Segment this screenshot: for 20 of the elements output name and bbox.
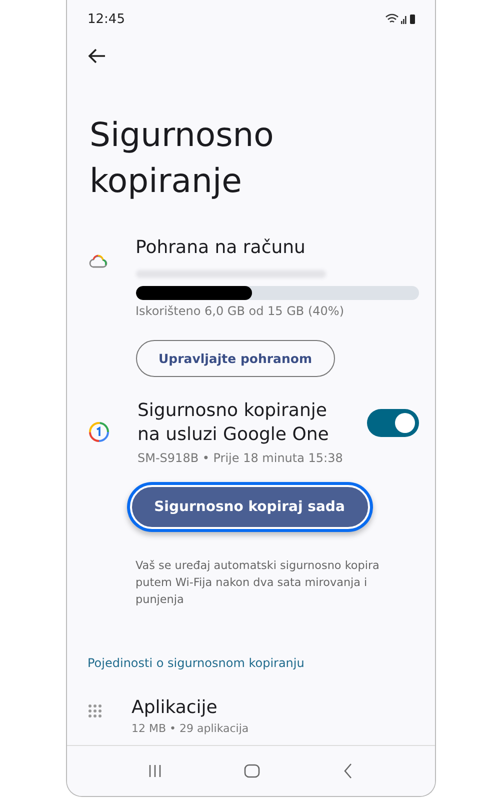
google-one-icon: [88, 421, 110, 443]
backup-toggle[interactable]: [366, 409, 418, 437]
backup-status: SM-S918B • Prije 18 minuta 15:38: [138, 451, 344, 465]
google-one-title: Sigurnosno kopiranje na usluzi Google One: [138, 399, 330, 447]
cloud-icon: [88, 254, 108, 268]
item-title[interactable]: Aplikacije: [132, 696, 418, 720]
back-arrow-icon[interactable]: [88, 48, 106, 64]
storage-usage: Iskorišteno 6,0 GB od 15 GB (40%): [136, 304, 346, 318]
item-subtitle: 12 MB • 29 aplikacija: [132, 722, 250, 735]
manage-storage-button[interactable]: Upravljajte pohranom: [136, 340, 335, 377]
recent-apps-icon[interactable]: [148, 764, 162, 778]
back-icon[interactable]: [343, 763, 354, 779]
page-title: Sigurnosno kopiranje: [90, 114, 275, 202]
backup-note: Vaš se uređaj automatski sigurnosno kopira putem Wi-Fija nakon dva sata mirovanja i punjenja: [136, 558, 380, 608]
grid-dots-icon: [88, 704, 104, 718]
status-time: 12:45: [88, 12, 125, 26]
backup-details-link[interactable]: Pojedinosti o sigurnosnom kopiranju: [88, 656, 304, 670]
storage-title: Pohrana na računu: [136, 236, 306, 260]
home-icon[interactable]: [244, 764, 260, 778]
status-icons: [384, 13, 416, 25]
